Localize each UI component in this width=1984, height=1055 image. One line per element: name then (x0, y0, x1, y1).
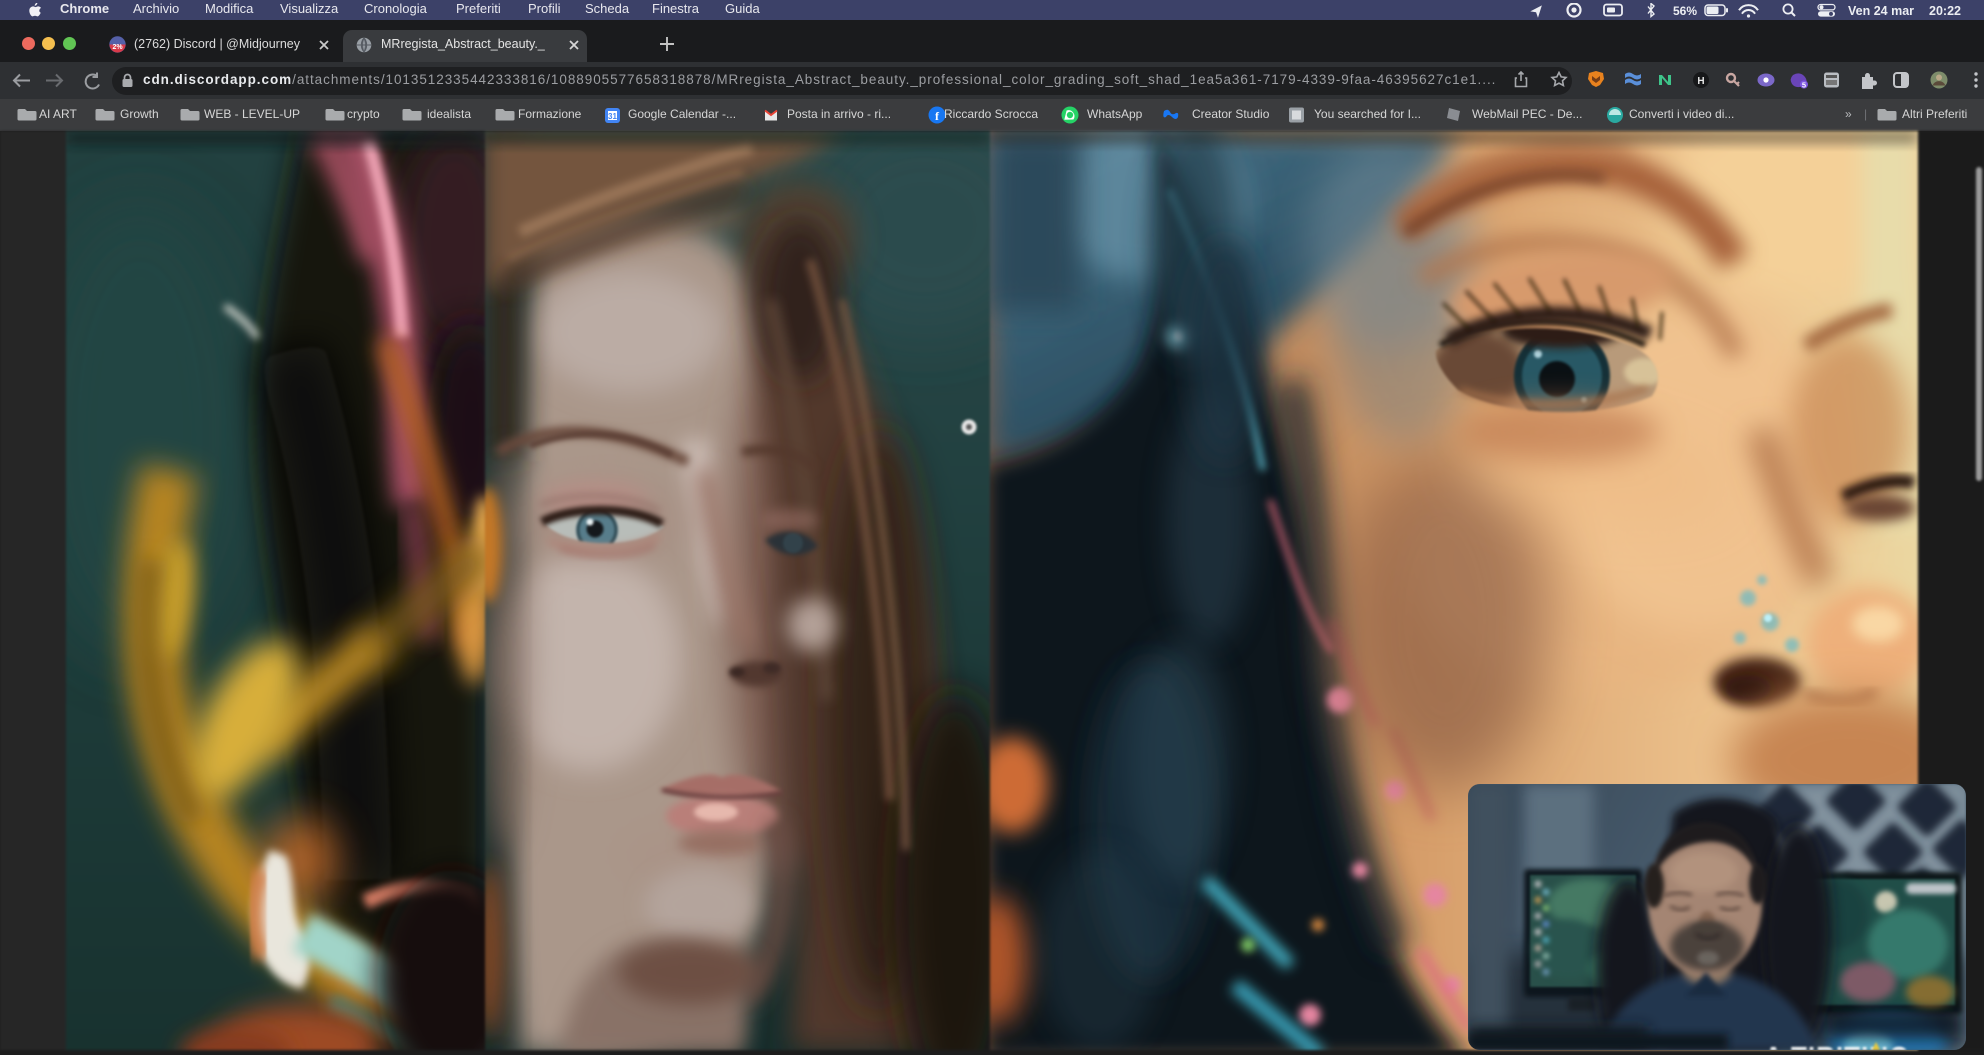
svg-text:2%: 2% (112, 44, 123, 51)
svg-text:A TIRITINO: A TIRITINO (1764, 1041, 1910, 1050)
svg-text:H: H (1697, 76, 1704, 87)
svg-text:56%: 56% (1673, 4, 1697, 18)
svg-text:20:22: 20:22 (1929, 4, 1961, 18)
svg-text:Ven 24 mar: Ven 24 mar (1848, 4, 1914, 18)
svg-text:31: 31 (608, 112, 617, 121)
svg-text:5: 5 (1802, 81, 1806, 90)
